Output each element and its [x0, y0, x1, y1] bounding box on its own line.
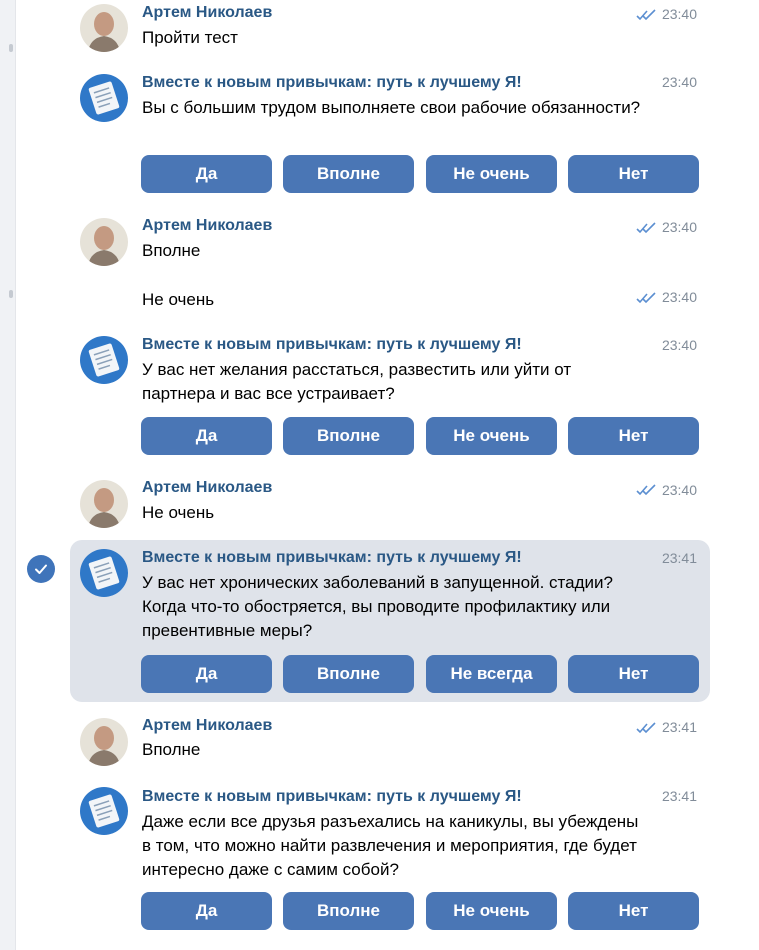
answer-button-yes[interactable]: Да	[141, 417, 272, 455]
read-checkmarks-icon	[636, 722, 656, 734]
message-time: 23:41	[661, 550, 697, 566]
message-group-bot[interactable]: Вместе к новым привычкам: путь к лучшему…	[70, 68, 710, 198]
user-avatar[interactable]	[80, 718, 128, 766]
bot-avatar[interactable]	[80, 336, 128, 384]
message-time: 23:40	[661, 337, 697, 353]
selected-check-icon[interactable]	[27, 555, 55, 583]
message-time: 23:40	[661, 482, 697, 498]
sender-name[interactable]: Артем Николаев	[142, 717, 272, 735]
sender-name[interactable]: Артем Николаев	[142, 217, 272, 235]
message-group-user[interactable]: Артем Николаев 23:40 Вполне Не очень 23:…	[70, 212, 710, 312]
answer-button-yes[interactable]: Да	[141, 655, 272, 693]
message-time: 23:40	[661, 289, 697, 305]
bot-avatar[interactable]	[80, 549, 128, 597]
message-time: 23:40	[661, 6, 697, 22]
answer-button-yes[interactable]: Да	[141, 155, 272, 193]
message-time: 23:41	[661, 719, 697, 735]
user-avatar[interactable]	[80, 218, 128, 266]
answer-button-not-really[interactable]: Не очень	[426, 155, 557, 193]
sender-name[interactable]: Артем Николаев	[142, 479, 272, 497]
message-group-bot-selected[interactable]: Вместе к новым привычкам: путь к лучшему…	[70, 540, 710, 702]
user-avatar[interactable]	[80, 4, 128, 52]
message-text: Вы с большим трудом выполняете свои рабо…	[142, 98, 641, 117]
answer-button-no[interactable]: Нет	[568, 655, 699, 693]
message-text: Не очень	[142, 290, 215, 309]
message-group-user[interactable]: Артем Николаев 23:41 Вполне	[70, 712, 710, 770]
sender-name[interactable]: Вместе к новым привычкам: путь к лучшему…	[142, 74, 522, 92]
message-time: 23:41	[661, 788, 697, 804]
message-text: Пройти тест	[142, 28, 238, 47]
read-checkmarks-icon	[636, 222, 656, 234]
sender-name[interactable]: Вместе к новым привычкам: путь к лучшему…	[142, 336, 522, 354]
user-avatar[interactable]	[80, 480, 128, 528]
sender-name[interactable]: Вместе к новым привычкам: путь к лучшему…	[142, 549, 522, 567]
answer-button-not-always[interactable]: Не всегда	[426, 655, 557, 693]
answer-button-rather[interactable]: Вполне	[283, 655, 414, 693]
read-checkmarks-icon	[636, 9, 656, 21]
read-checkmarks-icon	[636, 484, 656, 496]
message-text: Вполне	[142, 241, 201, 260]
answer-button-yes[interactable]: Да	[141, 892, 272, 930]
left-sidebar-strip	[0, 0, 16, 950]
sidebar-marker	[9, 290, 13, 298]
message-text: Вполне	[142, 740, 201, 759]
sidebar-marker	[9, 44, 13, 52]
message-time: 23:40	[661, 219, 697, 235]
message-group-user[interactable]: Артем Николаев 23:40 Не очень	[70, 474, 710, 532]
answer-button-no[interactable]: Нет	[568, 417, 699, 455]
answer-button-no[interactable]: Нет	[568, 892, 699, 930]
message-group-user[interactable]: Артем Николаев 23:40 Пройти тест	[70, 0, 710, 58]
answer-button-not-really[interactable]: Не очень	[426, 417, 557, 455]
message-time: 23:40	[661, 74, 697, 90]
answer-button-rather[interactable]: Вполне	[283, 155, 414, 193]
message-text: Не очень	[142, 503, 215, 522]
answer-button-rather[interactable]: Вполне	[283, 892, 414, 930]
answer-button-no[interactable]: Нет	[568, 155, 699, 193]
sender-name[interactable]: Артем Николаев	[142, 4, 272, 22]
answer-button-rather[interactable]: Вполне	[283, 417, 414, 455]
message-group-bot[interactable]: Вместе к новым привычкам: путь к лучшему…	[70, 330, 710, 460]
answer-button-not-really[interactable]: Не очень	[426, 892, 557, 930]
bot-avatar[interactable]	[80, 74, 128, 122]
read-checkmarks-icon	[636, 292, 656, 304]
message-text: У вас нет желания расстаться, развестить…	[142, 360, 572, 403]
sender-name[interactable]: Вместе к новым привычкам: путь к лучшему…	[142, 788, 522, 806]
message-group-bot[interactable]: Вместе к новым привычкам: путь к лучшему…	[70, 782, 710, 942]
message-text: У вас нет хронических заболеваний в запу…	[142, 573, 613, 640]
bot-avatar[interactable]	[80, 787, 128, 835]
message-text: Даже если все друзья разъехались на кани…	[142, 812, 639, 879]
